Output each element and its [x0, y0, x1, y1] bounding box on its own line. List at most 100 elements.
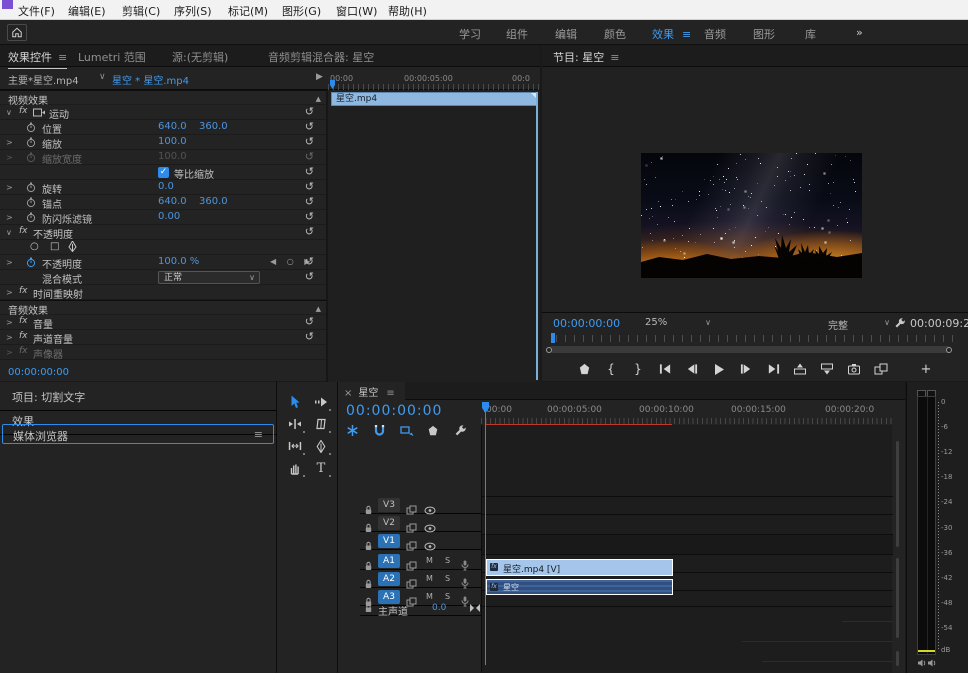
- track-target-V3[interactable]: V3: [378, 498, 400, 512]
- media-browser-tab[interactable]: 媒体浏览器 ≡: [2, 424, 274, 444]
- show-timeline-icon[interactable]: ▶: [316, 72, 323, 82]
- effect-row-声像器[interactable]: >fx声像器: [0, 345, 326, 360]
- close-icon[interactable]: ×: [344, 388, 352, 399]
- type-tool[interactable]: T: [310, 458, 332, 478]
- twirl-icon[interactable]: >: [6, 138, 13, 147]
- effect-row-旋转[interactable]: >旋转0.0↺: [0, 180, 326, 195]
- effect-controls-timecode[interactable]: 00:00:00:00: [8, 367, 69, 378]
- program-scrub-ticks[interactable]: [556, 335, 954, 342]
- reset-icon[interactable]: ↺: [305, 165, 314, 178]
- hand-tool[interactable]: [284, 458, 306, 478]
- workspace-tab-学习[interactable]: 学习: [459, 26, 481, 42]
- blend-mode-select[interactable]: 正常∨: [158, 271, 260, 284]
- scroll-knob[interactable]: [946, 347, 952, 353]
- go-to-out-button[interactable]: [764, 361, 782, 377]
- stopwatch-icon[interactable]: [26, 182, 36, 196]
- reset-icon[interactable]: ↺: [305, 330, 314, 343]
- reset-icon[interactable]: ↺: [305, 255, 314, 268]
- mark-out-button[interactable]: }: [629, 361, 647, 377]
- twirl-icon[interactable]: >: [6, 258, 13, 267]
- effect-row-防闪烁滤镜[interactable]: >防闪烁滤镜0.00↺: [0, 210, 326, 225]
- comparison-view-button[interactable]: [872, 361, 890, 377]
- effect-row-不透明度[interactable]: >不透明度100.0 %◀ ○ ▶↺: [0, 255, 326, 270]
- stopwatch-icon[interactable]: [26, 257, 36, 271]
- reset-icon[interactable]: ↺: [305, 120, 314, 133]
- workspace-tab-编辑[interactable]: 编辑: [555, 26, 577, 42]
- sequence-tab[interactable]: ×星空≡: [338, 382, 405, 400]
- mask-ellipse-icon[interactable]: ○: [30, 241, 39, 252]
- panel-tab-音频剪辑混合器: 星空[interactable]: 音频剪辑混合器: 星空: [268, 49, 374, 65]
- timeline-vscrollbar[interactable]: [893, 403, 901, 671]
- lift-button[interactable]: [791, 361, 809, 377]
- sequence-clip-label[interactable]: 星空 * 星空.mp4: [112, 72, 189, 87]
- mini-timeline-vscrollbar[interactable]: [536, 92, 538, 380]
- stack-tab-项目: 切割文字[interactable]: 项目: 切割文字: [0, 385, 277, 411]
- mask-rect-icon[interactable]: □: [50, 241, 59, 252]
- razor-tool[interactable]: [310, 414, 332, 434]
- param-value[interactable]: 640.0: [158, 196, 187, 207]
- home-button[interactable]: [7, 24, 27, 41]
- collapse-icon[interactable]: ▲: [316, 305, 321, 313]
- effect-row-mask-tools[interactable]: ○□: [0, 240, 326, 255]
- timeline-timecode[interactable]: 00:00:00:00: [346, 403, 442, 419]
- panel-menu-icon[interactable]: ≡: [386, 388, 394, 399]
- solo-button[interactable]: S: [442, 573, 453, 584]
- nest-icon[interactable]: [346, 422, 360, 435]
- settings-icon[interactable]: [454, 422, 468, 435]
- add-marker-button[interactable]: [575, 361, 593, 377]
- step-forward-button[interactable]: [737, 361, 755, 377]
- reset-icon[interactable]: ↺: [305, 225, 314, 238]
- reset-icon[interactable]: ↺: [305, 150, 314, 163]
- menu-1[interactable]: 文件(F): [18, 3, 55, 19]
- checkbox-checked[interactable]: ✓: [158, 167, 169, 178]
- master-clip-label[interactable]: 主要*星空.mp4: [8, 72, 79, 87]
- effect-row-缩放[interactable]: >缩放100.0↺: [0, 135, 326, 150]
- workspace-overflow[interactable]: »: [856, 26, 863, 39]
- effect-row-音频效果[interactable]: 音频效果▲: [0, 300, 326, 315]
- reset-icon[interactable]: ↺: [305, 135, 314, 148]
- twirl-icon[interactable]: ∨: [6, 108, 12, 117]
- pen-tool[interactable]: [310, 436, 332, 456]
- stopwatch-icon[interactable]: [26, 197, 36, 211]
- speaker-icon[interactable]: [928, 659, 937, 667]
- play-button[interactable]: [710, 361, 728, 377]
- lock-icon[interactable]: [364, 603, 373, 616]
- step-back-button[interactable]: [683, 361, 701, 377]
- effect-row-视频效果[interactable]: 视频效果▲: [0, 90, 326, 105]
- effect-row-运动[interactable]: ∨fx运动↺: [0, 105, 326, 120]
- track-header-A2[interactable]: A2MS: [360, 571, 481, 588]
- snap-icon[interactable]: [373, 422, 387, 435]
- export-frame-button[interactable]: [845, 361, 863, 377]
- selection-tool[interactable]: [284, 392, 306, 412]
- reset-icon[interactable]: ↺: [305, 105, 314, 118]
- effect-row-等比缩放[interactable]: ✓等比缩放↺: [0, 165, 326, 180]
- workspace-tab-库[interactable]: 库: [805, 26, 816, 42]
- mask-pen-icon[interactable]: [68, 241, 77, 255]
- effect-row-混合模式[interactable]: 混合模式正常∨↺: [0, 270, 326, 285]
- program-timecode[interactable]: 00:00:00:00: [553, 317, 620, 330]
- param-value[interactable]: 640.0: [158, 121, 187, 132]
- linked-selection-icon[interactable]: [400, 422, 414, 435]
- track-target-A1[interactable]: A1: [378, 554, 400, 568]
- twirl-icon[interactable]: >: [6, 153, 13, 162]
- master-track-header[interactable]: 主声道0.0: [360, 601, 481, 616]
- effect-row-声道音量[interactable]: >fx声道音量↺: [0, 330, 326, 345]
- program-scrollbar[interactable]: [549, 346, 951, 353]
- reset-icon[interactable]: ↺: [305, 180, 314, 193]
- menu-6[interactable]: 图形(G): [282, 3, 321, 19]
- param-value[interactable]: 100.0: [158, 136, 187, 147]
- playback-resolution-select[interactable]: 完整∨: [828, 317, 890, 332]
- lane-v1[interactable]: [482, 515, 893, 535]
- twirl-icon[interactable]: >: [6, 333, 13, 342]
- scroll-knob[interactable]: [546, 347, 552, 353]
- reset-icon[interactable]: ↺: [305, 195, 314, 208]
- track-target-V1[interactable]: V1: [378, 534, 400, 548]
- effect-row-不透明度[interactable]: ∨fx不透明度↺: [0, 225, 326, 240]
- track-target-A2[interactable]: A2: [378, 572, 400, 586]
- param-value[interactable]: 100.0 %: [158, 256, 199, 267]
- program-playhead[interactable]: [551, 333, 555, 343]
- track-target-V2[interactable]: V2: [378, 516, 400, 530]
- program-tab[interactable]: 节目: 星空≡: [553, 49, 619, 65]
- audio-clip[interactable]: fx 星空: [486, 579, 673, 595]
- param-value[interactable]: 360.0: [199, 121, 228, 132]
